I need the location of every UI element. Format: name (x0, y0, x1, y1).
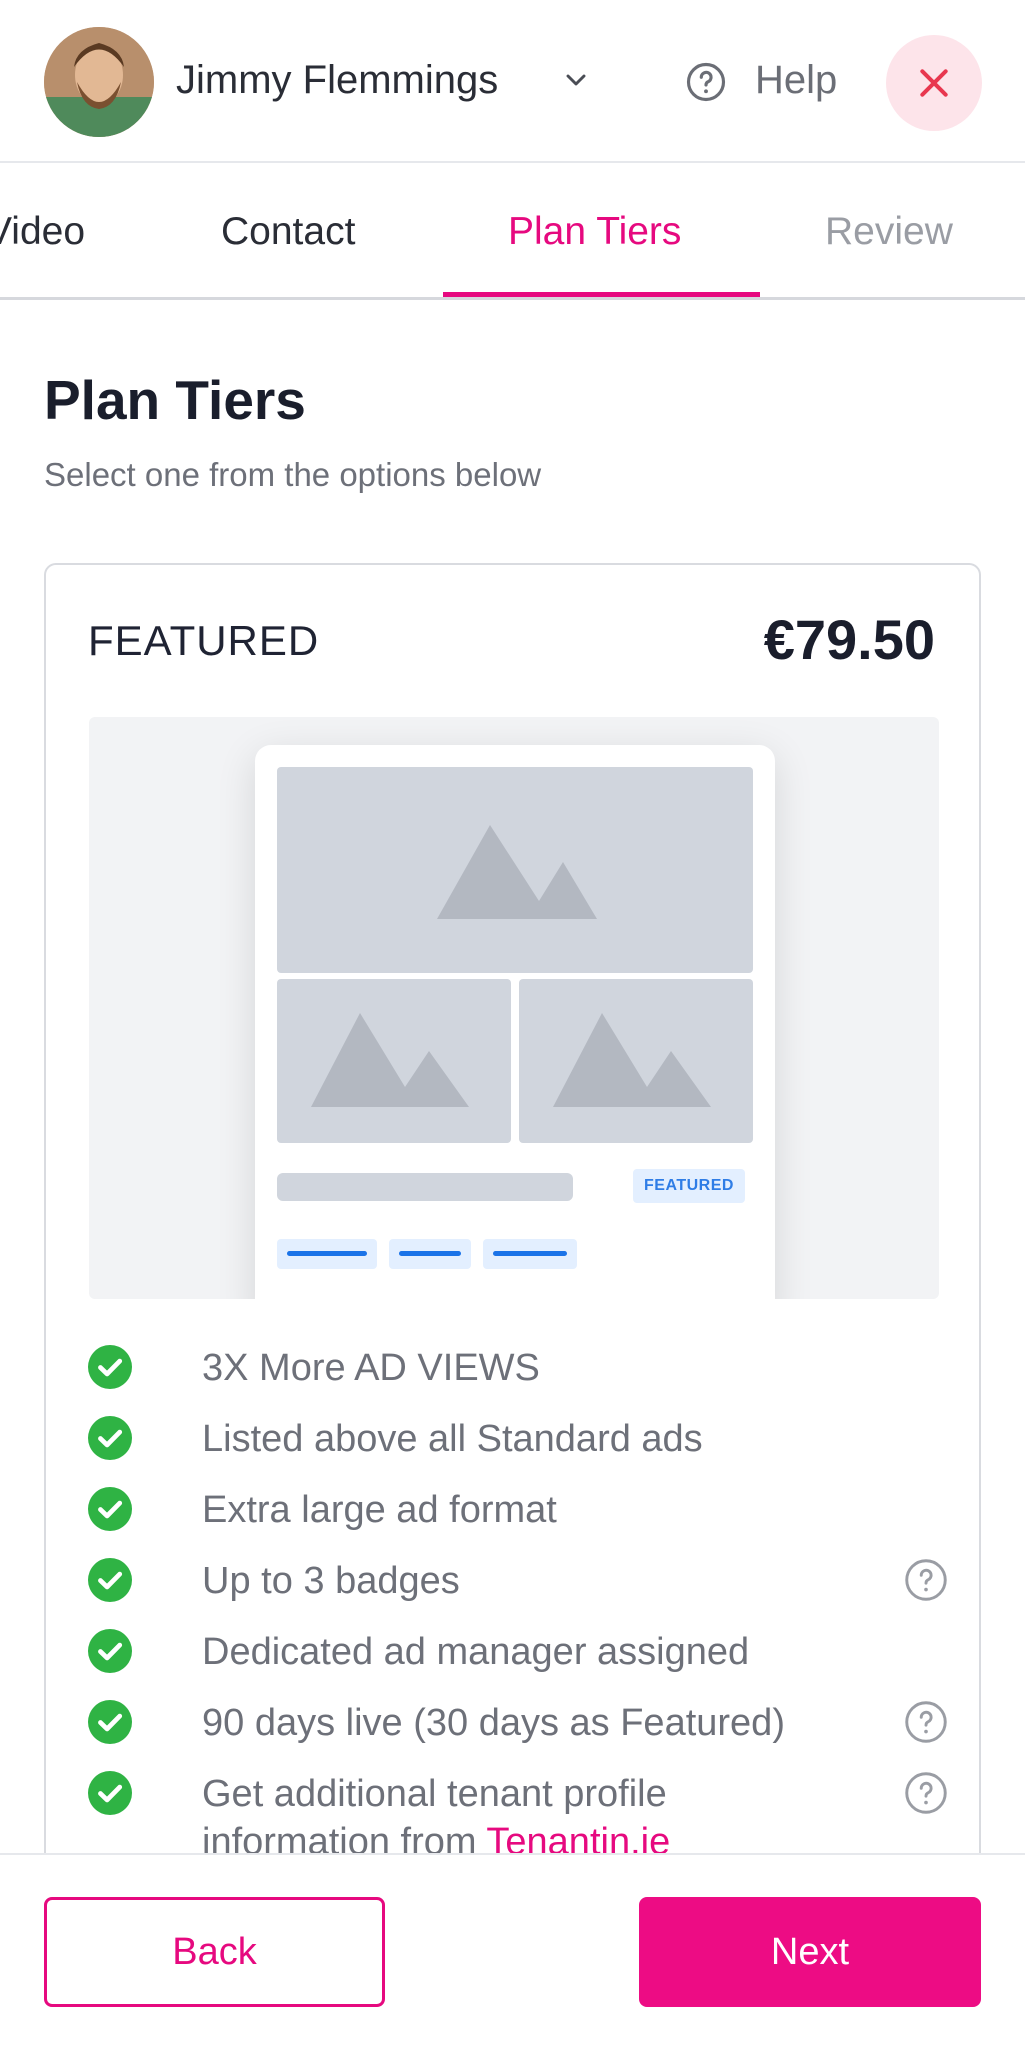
tag-placeholder (389, 1239, 471, 1269)
next-button[interactable]: Next (639, 1897, 981, 2007)
feature-label: Up to 3 badges (202, 1560, 460, 1602)
question-circle-icon[interactable] (904, 1558, 948, 1602)
tab-video[interactable]: Video (0, 210, 85, 254)
check-circle-icon (88, 1771, 132, 1815)
tag-placeholder (483, 1239, 577, 1269)
feature-item: Listed above all Standard ads (88, 1406, 948, 1477)
check-circle-icon (88, 1416, 132, 1460)
step-tabs: Video Contact Plan Tiers Review (0, 165, 1025, 300)
image-placeholder-icon (277, 767, 753, 973)
check-circle-icon (88, 1700, 132, 1744)
feature-label: 3X More AD VIEWS (202, 1347, 540, 1389)
back-button[interactable]: Back (44, 1897, 385, 2007)
question-circle-icon[interactable] (685, 61, 727, 103)
feature-item: Dedicated ad manager assigned (88, 1619, 948, 1690)
footer-actions: Back Next (0, 1853, 1025, 2053)
top-bar: Jimmy Flemmings Help (0, 0, 1025, 163)
feature-item: Get additional tenant profile informatio… (88, 1761, 948, 1863)
plan-card-featured[interactable]: FEATURED €79.50 FEATURED 3X More AD VIEW… (44, 563, 981, 2053)
plan-price: €79.50 (763, 608, 935, 671)
user-name[interactable]: Jimmy Flemmings (176, 58, 498, 103)
tab-contact[interactable]: Contact (221, 210, 355, 254)
chevron-down-icon[interactable] (560, 64, 592, 96)
close-button[interactable] (886, 35, 982, 131)
avatar[interactable] (44, 27, 154, 137)
page-title: Plan Tiers (44, 369, 306, 431)
tab-review[interactable]: Review (825, 210, 953, 254)
ad-mockup: FEATURED (255, 745, 775, 1299)
plan-name: FEATURED (88, 617, 320, 664)
tab-plan-tiers[interactable]: Plan Tiers (508, 210, 681, 254)
feature-item: 90 days live (30 days as Featured) (88, 1690, 948, 1761)
check-circle-icon (88, 1558, 132, 1602)
check-circle-icon (88, 1487, 132, 1531)
feature-item: Extra large ad format (88, 1477, 948, 1548)
feature-label: Dedicated ad manager assigned (202, 1631, 750, 1673)
check-circle-icon (88, 1629, 132, 1673)
image-placeholder-icon (277, 979, 511, 1143)
feature-item: Up to 3 badges (88, 1548, 948, 1619)
tag-placeholder (277, 1239, 377, 1269)
featured-badge: FEATURED (633, 1169, 745, 1203)
question-circle-icon[interactable] (904, 1700, 948, 1744)
avatar-image (44, 27, 154, 137)
title-placeholder (277, 1173, 573, 1201)
question-circle-icon[interactable] (904, 1771, 948, 1815)
active-tab-indicator (443, 292, 760, 297)
feature-label: Listed above all Standard ads (202, 1418, 703, 1460)
feature-label: Get additional tenant profile (202, 1773, 667, 1815)
check-circle-icon (88, 1345, 132, 1389)
plan-preview-illustration: FEATURED (89, 717, 939, 1299)
image-placeholder-icon (519, 979, 753, 1143)
feature-label: 90 days live (30 days as Featured) (202, 1702, 785, 1744)
feature-item: 3X More AD VIEWS (88, 1335, 948, 1406)
feature-label: Extra large ad format (202, 1489, 557, 1531)
close-icon (920, 69, 948, 97)
help-link[interactable]: Help (755, 58, 837, 103)
feature-list: 3X More AD VIEWS Listed above all Standa… (88, 1335, 948, 1863)
page-subtitle: Select one from the options below (44, 456, 542, 493)
